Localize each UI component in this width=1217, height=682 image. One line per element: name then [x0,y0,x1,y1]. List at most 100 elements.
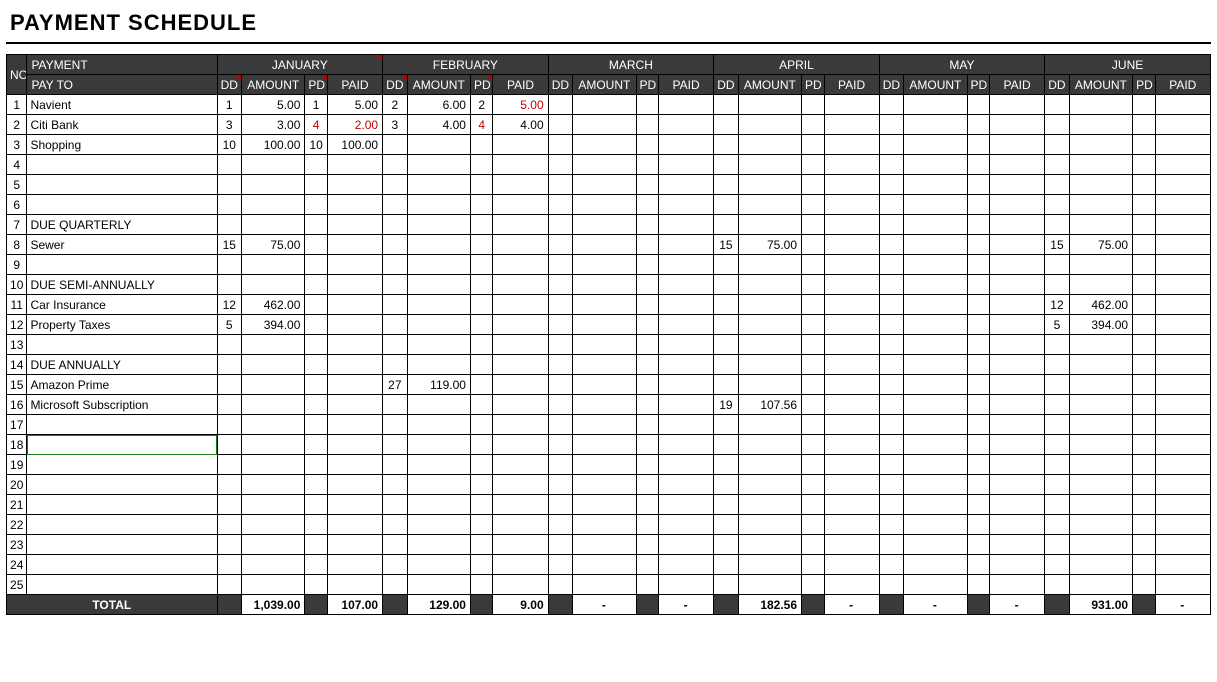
cell-amount[interactable] [904,375,967,395]
cell-payto[interactable] [27,515,217,535]
cell-paid[interactable] [493,155,548,175]
cell-dd[interactable] [383,455,408,475]
cell-dd[interactable] [217,435,242,455]
cell-dd[interactable] [383,575,408,595]
cell-pd[interactable] [1133,275,1155,295]
cell-pd[interactable] [802,95,824,115]
cell-dd[interactable]: 15 [217,235,242,255]
cell-paid[interactable] [658,235,713,255]
cell-paid[interactable] [327,575,382,595]
cell-pd[interactable] [470,315,492,335]
cell-paid[interactable] [658,515,713,535]
cell-amount[interactable] [242,515,305,535]
cell-paid[interactable] [327,215,382,235]
cell-amount[interactable]: 75.00 [242,235,305,255]
cell-paid[interactable] [493,215,548,235]
cell-paid[interactable] [1155,575,1210,595]
cell-pd[interactable] [470,395,492,415]
cell-pd[interactable] [802,135,824,155]
cell-paid[interactable] [658,395,713,415]
cell-paid[interactable] [1155,435,1210,455]
cell-paid[interactable] [658,535,713,555]
cell-amount[interactable] [738,135,801,155]
cell-pd[interactable] [305,235,327,255]
cell-amount[interactable] [738,275,801,295]
cell-amount[interactable] [573,395,636,415]
cell-dd[interactable] [548,535,573,555]
cell-pd[interactable] [305,395,327,415]
cell-pd[interactable] [967,475,989,495]
cell-paid[interactable] [658,335,713,355]
cell-dd[interactable] [548,195,573,215]
cell-paid[interactable] [824,435,879,455]
cell-paid[interactable] [327,275,382,295]
cell-pd[interactable] [1133,455,1155,475]
cell-amount[interactable] [242,555,305,575]
cell-pd[interactable] [470,195,492,215]
cell-payto[interactable]: DUE ANNUALLY [27,355,217,375]
cell-paid[interactable] [824,235,879,255]
cell-paid[interactable] [493,395,548,415]
cell-dd[interactable] [879,215,904,235]
cell-dd[interactable] [879,175,904,195]
cell-pd[interactable] [967,175,989,195]
cell-paid[interactable] [327,255,382,275]
cell-dd[interactable] [1045,395,1070,415]
cell-amount[interactable] [738,535,801,555]
cell-pd[interactable] [470,295,492,315]
cell-pd[interactable] [967,435,989,455]
cell-dd[interactable] [714,135,739,155]
cell-paid[interactable] [493,555,548,575]
cell-dd[interactable]: 2 [383,95,408,115]
cell-paid[interactable] [493,455,548,475]
cell-amount[interactable] [738,155,801,175]
cell-pd[interactable] [470,575,492,595]
cell-pd[interactable] [967,295,989,315]
cell-paid[interactable] [493,235,548,255]
cell-amount[interactable] [904,415,967,435]
cell-pd[interactable] [470,275,492,295]
cell-paid[interactable] [658,375,713,395]
cell-dd[interactable] [879,255,904,275]
cell-amount[interactable] [738,475,801,495]
cell-dd[interactable]: 27 [383,375,408,395]
cell-payto[interactable]: Shopping [27,135,217,155]
cell-paid[interactable] [824,515,879,535]
cell-dd[interactable]: 15 [1045,235,1070,255]
cell-amount[interactable] [904,455,967,475]
cell-dd[interactable]: 3 [217,115,242,135]
cell-pd[interactable] [1133,115,1155,135]
cell-dd[interactable] [217,415,242,435]
cell-pd[interactable] [802,115,824,135]
cell-amount[interactable] [573,215,636,235]
cell-pd[interactable] [470,215,492,235]
cell-pd[interactable] [636,535,658,555]
cell-pd[interactable] [967,375,989,395]
cell-dd[interactable] [383,235,408,255]
cell-dd[interactable] [1045,215,1070,235]
cell-paid[interactable] [990,135,1045,155]
cell-pd[interactable] [305,515,327,535]
cell-amount[interactable] [573,495,636,515]
cell-paid[interactable] [658,275,713,295]
cell-payto[interactable]: DUE SEMI-ANNUALLY [27,275,217,295]
cell-dd[interactable] [383,315,408,335]
cell-amount[interactable] [242,535,305,555]
cell-pd[interactable] [967,315,989,335]
cell-dd[interactable] [383,515,408,535]
cell-pd[interactable] [1133,395,1155,415]
cell-pd[interactable] [1133,235,1155,255]
cell-paid[interactable] [327,375,382,395]
cell-pd[interactable] [636,275,658,295]
cell-paid[interactable] [824,335,879,355]
cell-dd[interactable] [879,455,904,475]
cell-dd[interactable] [879,555,904,575]
cell-pd[interactable] [470,135,492,155]
cell-dd[interactable] [1045,95,1070,115]
cell-pd[interactable] [470,455,492,475]
cell-dd[interactable] [1045,155,1070,175]
cell-pd[interactable] [305,275,327,295]
cell-paid[interactable] [1155,495,1210,515]
cell-pd[interactable] [470,555,492,575]
cell-dd[interactable] [1045,335,1070,355]
